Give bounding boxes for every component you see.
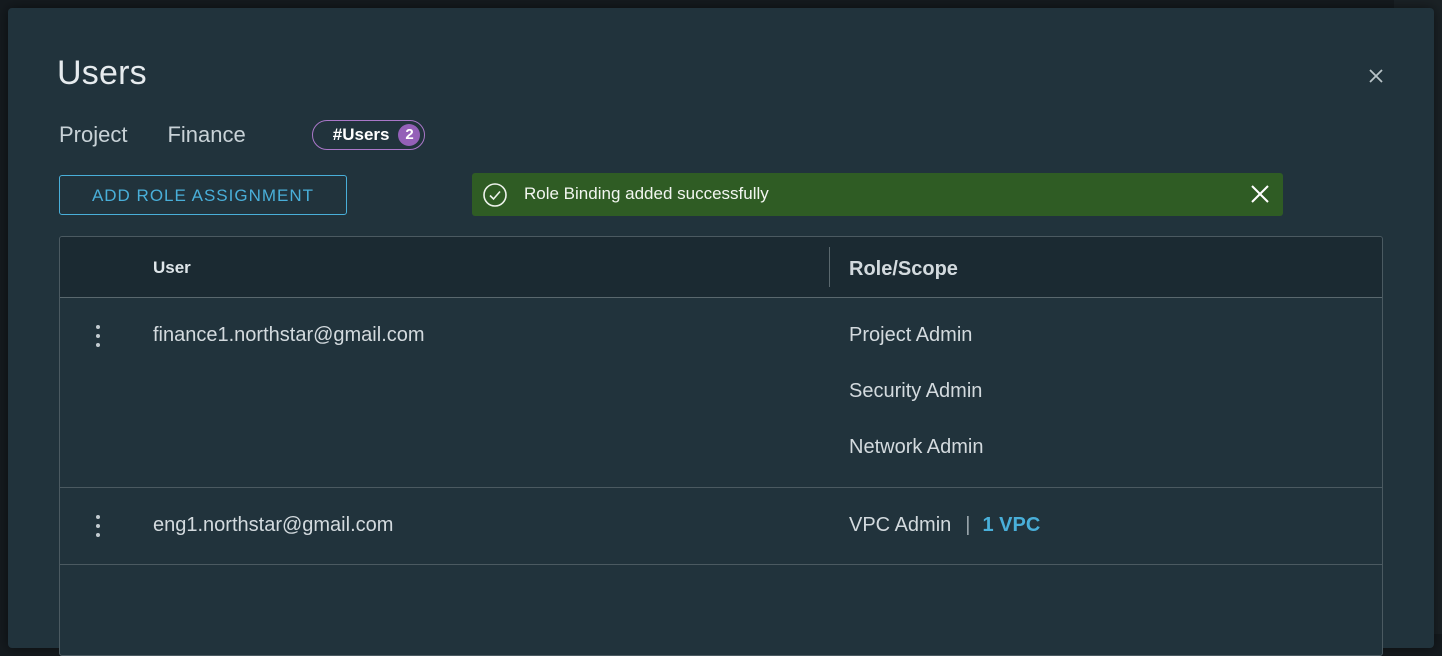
scope-separator: | <box>965 514 971 536</box>
role-item: Project Admin <box>849 324 973 346</box>
role-item: Security Admin <box>849 380 983 402</box>
users-modal: Users Project Finance #Users 2 ADD ROLE … <box>8 8 1434 656</box>
check-circle-icon <box>483 183 507 207</box>
alert-close-button[interactable] <box>1248 182 1272 206</box>
table-row: finance1.northstar@gmail.com Project Adm… <box>60 298 1382 488</box>
column-header-user[interactable]: User <box>153 258 191 278</box>
role-item: Network Admin <box>849 436 984 458</box>
users-count-badge: 2 <box>398 124 421 146</box>
user-email: finance1.northstar@gmail.com <box>153 324 425 346</box>
users-table: User Role/Scope finance1.northstar@gmail… <box>59 236 1383 656</box>
project-info: Project Finance #Users 2 <box>59 120 426 150</box>
user-email: eng1.northstar@gmail.com <box>153 514 394 536</box>
vpc-scope-link[interactable]: 1 VPC <box>982 514 1040 536</box>
modal-close-button[interactable] <box>1364 64 1388 88</box>
project-name: Finance <box>167 122 246 147</box>
row-actions-menu-icon[interactable] <box>86 512 110 542</box>
close-icon <box>1251 185 1269 203</box>
column-header-role-scope[interactable]: Role/Scope <box>849 258 958 281</box>
project-label: Project <box>59 122 128 147</box>
success-alert: Role Binding added successfully <box>472 173 1283 216</box>
users-count-pill: #Users 2 <box>311 120 426 150</box>
table-header: User Role/Scope <box>60 237 1382 298</box>
users-pill-label: #Users <box>332 125 390 144</box>
role-scope-cell: VPC Admin | 1 VPC <box>849 514 1040 537</box>
close-icon <box>1369 69 1383 83</box>
role-item: VPC Admin <box>849 514 952 536</box>
modal-title: Users <box>57 54 147 92</box>
column-resize-handle[interactable] <box>829 247 830 287</box>
table-row: eng1.northstar@gmail.com VPC Admin | 1 VPC <box>60 488 1382 565</box>
row-actions-menu-icon[interactable] <box>86 322 110 352</box>
add-role-assignment-button[interactable]: ADD ROLE ASSIGNMENT <box>59 175 347 215</box>
alert-message: Role Binding added successfully <box>524 184 769 203</box>
